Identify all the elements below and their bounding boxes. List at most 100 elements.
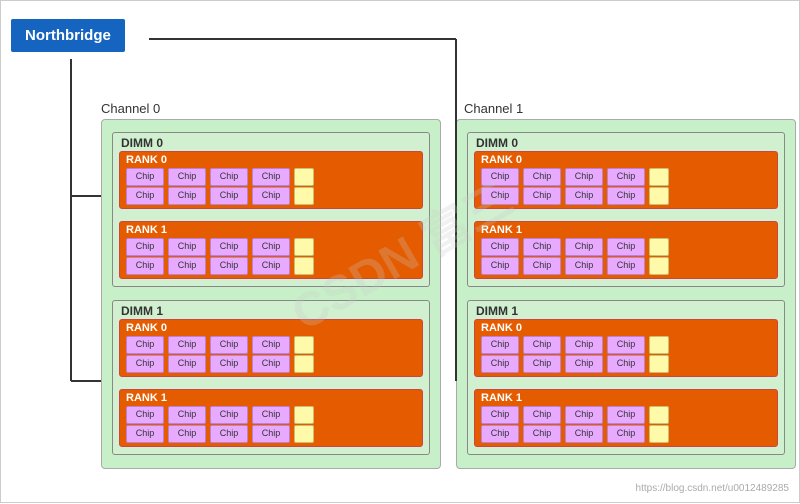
- chip: Chip: [252, 336, 290, 354]
- chip: Chip: [523, 238, 561, 256]
- chip-row: Chip Chip Chip Chip: [481, 355, 669, 373]
- chip-placeholder: [649, 336, 669, 354]
- chip-placeholder: [294, 168, 314, 186]
- chip: Chip: [481, 336, 519, 354]
- channel0-dimm0-rank1: RANK 1 Chip Chip Chip Chip Chip Chip Chi…: [119, 221, 423, 279]
- channel0-dimm1-rank1: RANK 1 Chip Chip Chip Chip Chip Chip Chi…: [119, 389, 423, 447]
- chip-row: Chip Chip Chip Chip: [126, 187, 314, 205]
- chip: Chip: [565, 425, 603, 443]
- channel1-dimm1-rank1: RANK 1 Chip Chip Chip Chip Chip Chip Chi…: [474, 389, 778, 447]
- chip: Chip: [481, 425, 519, 443]
- chip: Chip: [565, 406, 603, 424]
- chip: Chip: [126, 336, 164, 354]
- chip: Chip: [210, 187, 248, 205]
- chip-row: Chip Chip Chip Chip: [481, 425, 669, 443]
- chip: Chip: [210, 336, 248, 354]
- chip: Chip: [252, 406, 290, 424]
- channel1-dimm0-rank0: RANK 0 Chip Chip Chip Chip Chip Chip Chi…: [474, 151, 778, 209]
- chip: Chip: [168, 425, 206, 443]
- chip: Chip: [210, 238, 248, 256]
- channel0-dimm0-label: DIMM 0: [121, 136, 163, 150]
- chip: Chip: [252, 257, 290, 275]
- chip: Chip: [607, 257, 645, 275]
- chip: Chip: [168, 168, 206, 186]
- chip: Chip: [210, 355, 248, 373]
- chip: Chip: [126, 406, 164, 424]
- chip: Chip: [210, 168, 248, 186]
- chip-placeholder: [649, 406, 669, 424]
- chip-placeholder: [294, 187, 314, 205]
- chip: Chip: [607, 406, 645, 424]
- chip-row: Chip Chip Chip Chip: [126, 168, 314, 186]
- chip-placeholder: [649, 168, 669, 186]
- chip: Chip: [565, 336, 603, 354]
- chip: Chip: [210, 425, 248, 443]
- chip-placeholder: [649, 257, 669, 275]
- chip: Chip: [565, 238, 603, 256]
- channel1-dimm0-rank1: RANK 1 Chip Chip Chip Chip Chip Chip Chi…: [474, 221, 778, 279]
- chip-row: Chip Chip Chip Chip: [126, 406, 314, 424]
- channel0-dimm0: DIMM 0 RANK 0 Chip Chip Chip Chip Chip C…: [112, 132, 430, 287]
- chip-placeholder: [294, 355, 314, 373]
- chip: Chip: [126, 355, 164, 373]
- channel1-container: DIMM 0 RANK 0 Chip Chip Chip Chip Chip C…: [456, 119, 796, 469]
- chip-row: Chip Chip Chip Chip: [126, 257, 314, 275]
- chip: Chip: [168, 336, 206, 354]
- channel1-dimm1-rank0: RANK 0 Chip Chip Chip Chip Chip Chip Chi…: [474, 319, 778, 377]
- chip-row: Chip Chip Chip Chip: [481, 257, 669, 275]
- channel0-container: DIMM 0 RANK 0 Chip Chip Chip Chip Chip C…: [101, 119, 441, 469]
- channel1-dimm1-label: DIMM 1: [476, 304, 518, 318]
- chip: Chip: [481, 257, 519, 275]
- chip: Chip: [481, 187, 519, 205]
- chip: Chip: [126, 257, 164, 275]
- chip: Chip: [523, 425, 561, 443]
- chip: Chip: [607, 168, 645, 186]
- chip: Chip: [565, 257, 603, 275]
- chip: Chip: [252, 187, 290, 205]
- channel0-dimm1: DIMM 1 RANK 0 Chip Chip Chip Chip Chip C…: [112, 300, 430, 455]
- chip: Chip: [168, 238, 206, 256]
- chip-row: Chip Chip Chip Chip: [126, 336, 314, 354]
- chip-placeholder: [294, 238, 314, 256]
- chip-row: Chip Chip Chip Chip: [126, 238, 314, 256]
- chip-row: Chip Chip Chip Chip: [481, 238, 669, 256]
- channel1-label: Channel 1: [464, 101, 523, 116]
- northbridge-box: Northbridge: [11, 19, 125, 52]
- chip: Chip: [168, 406, 206, 424]
- chip: Chip: [210, 257, 248, 275]
- chip: Chip: [565, 168, 603, 186]
- chip: Chip: [252, 168, 290, 186]
- chip-placeholder: [649, 425, 669, 443]
- channel1-dimm0-label: DIMM 0: [476, 136, 518, 150]
- chip-row: Chip Chip Chip Chip: [126, 355, 314, 373]
- chip: Chip: [607, 238, 645, 256]
- chip: Chip: [565, 187, 603, 205]
- chip-placeholder: [649, 238, 669, 256]
- channel0-dimm0-rank0: RANK 0 Chip Chip Chip Chip Chip Chip Chi…: [119, 151, 423, 209]
- chip: Chip: [126, 168, 164, 186]
- chip: Chip: [523, 257, 561, 275]
- chip: Chip: [607, 355, 645, 373]
- chip: Chip: [481, 238, 519, 256]
- chip: Chip: [607, 336, 645, 354]
- chip-placeholder: [649, 187, 669, 205]
- chip-placeholder: [649, 355, 669, 373]
- watermark: https://blog.csdn.net/u0012489285: [636, 483, 789, 494]
- channel0-label: Channel 0: [101, 101, 160, 116]
- chip: Chip: [523, 336, 561, 354]
- channel1-dimm1: DIMM 1 RANK 0 Chip Chip Chip Chip Chip C…: [467, 300, 785, 455]
- chip-placeholder: [294, 257, 314, 275]
- channel0-dimm1-label: DIMM 1: [121, 304, 163, 318]
- chip-placeholder: [294, 336, 314, 354]
- northbridge-label: Northbridge: [25, 27, 111, 44]
- chip: Chip: [565, 355, 603, 373]
- chip: Chip: [252, 425, 290, 443]
- chip: Chip: [481, 406, 519, 424]
- chip-row: Chip Chip Chip Chip: [481, 168, 669, 186]
- chip: Chip: [168, 355, 206, 373]
- chip: Chip: [252, 238, 290, 256]
- chip: Chip: [523, 355, 561, 373]
- chip: Chip: [523, 187, 561, 205]
- chip: Chip: [168, 257, 206, 275]
- chip: Chip: [607, 187, 645, 205]
